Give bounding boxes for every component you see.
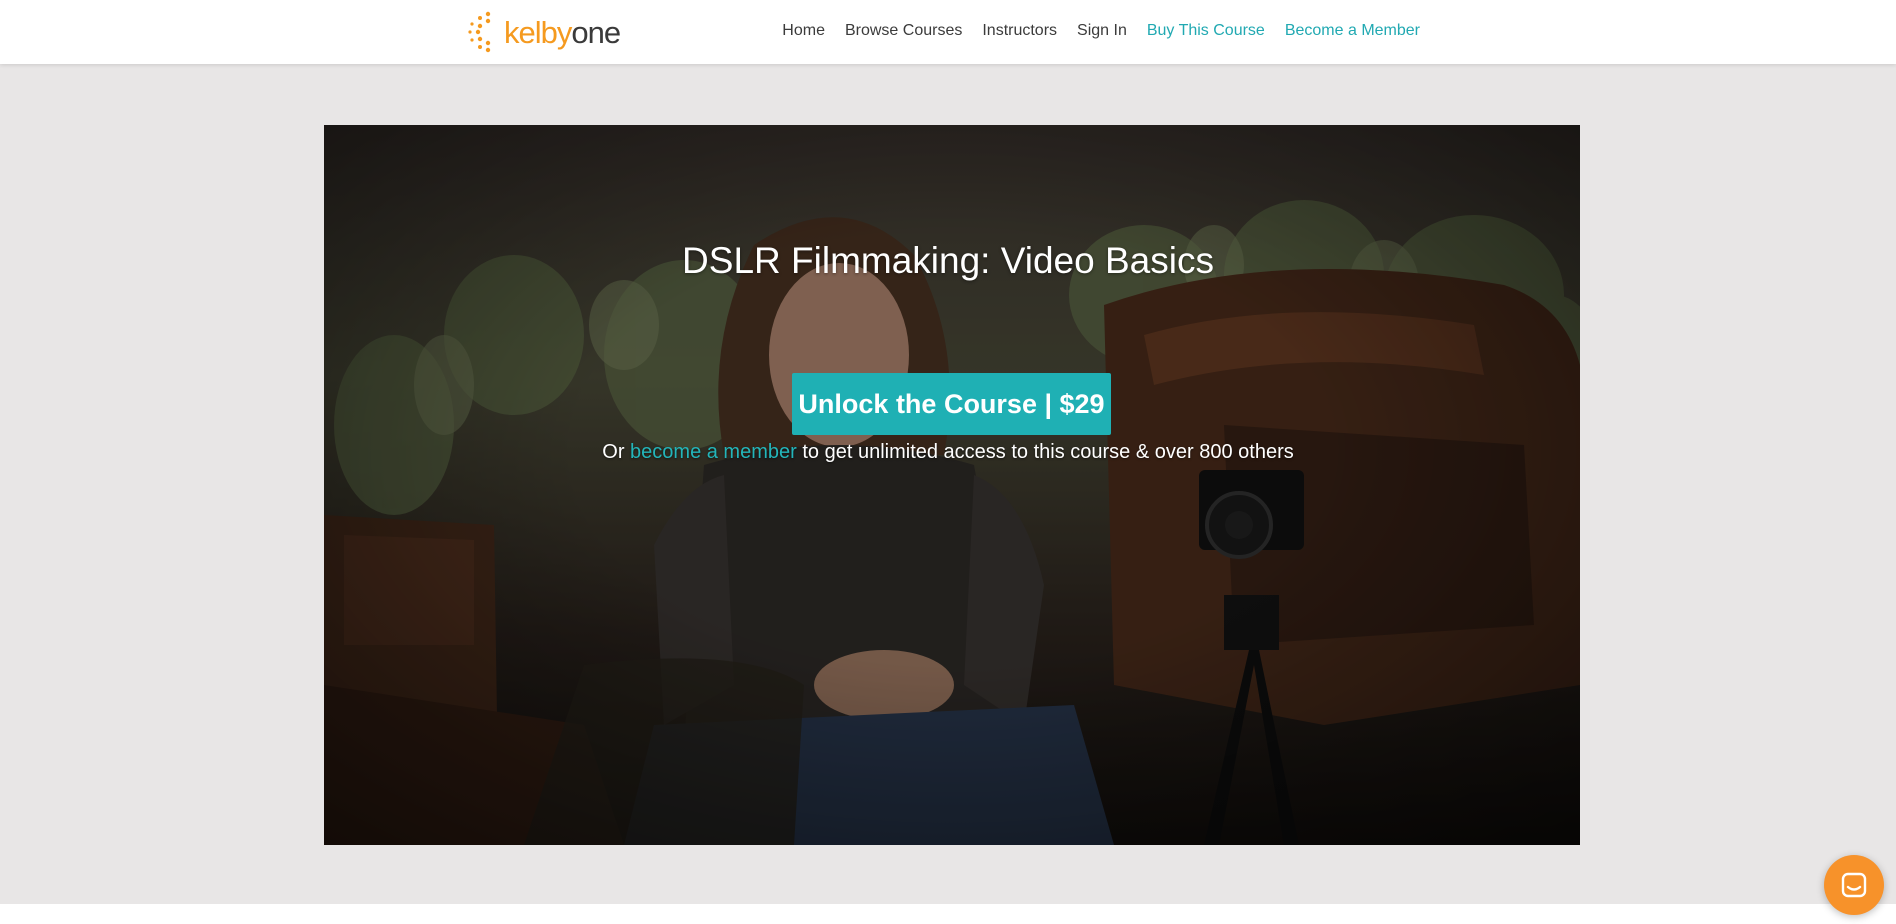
membership-callout: Or become a member to get unlimited acce… — [0, 441, 1896, 464]
logo-kelby: kelby — [504, 14, 572, 50]
nav-browse-courses[interactable]: Browse Courses — [845, 22, 962, 39]
course-title: DSLR Filmmaking: Video Basics — [682, 240, 1214, 281]
nav-buy-this-course[interactable]: Buy This Course — [1147, 22, 1265, 39]
nav-home[interactable]: Home — [782, 22, 825, 39]
main-nav: Home Browse Courses Instructors Sign In … — [782, 0, 1420, 62]
callout-prefix: Or — [602, 441, 625, 463]
top-nav-bar: kelby one Home Browse Courses Instructors… — [0, 0, 1896, 64]
kelbyone-logo[interactable]: kelby one — [466, 9, 621, 55]
chat-icon — [1841, 872, 1867, 898]
unlock-course-button[interactable]: Unlock the Course | $29 — [792, 373, 1111, 435]
nav-instructors[interactable]: Instructors — [982, 22, 1057, 39]
logo-wordmark: kelby one — [504, 14, 621, 50]
become-member-link[interactable]: become a member — [630, 441, 797, 463]
nav-sign-in[interactable]: Sign In — [1077, 22, 1127, 39]
nav-become-a-member[interactable]: Become a Member — [1285, 22, 1420, 39]
logo-one: one — [571, 14, 621, 50]
logo-sunburst-icon — [468, 11, 491, 53]
content-section-top — [0, 904, 1896, 924]
course-hero — [324, 125, 1580, 845]
chat-launcher-button[interactable] — [1824, 855, 1884, 915]
callout-suffix: to get unlimited access to this course &… — [802, 441, 1294, 463]
hero-dark-overlay — [324, 125, 1580, 845]
